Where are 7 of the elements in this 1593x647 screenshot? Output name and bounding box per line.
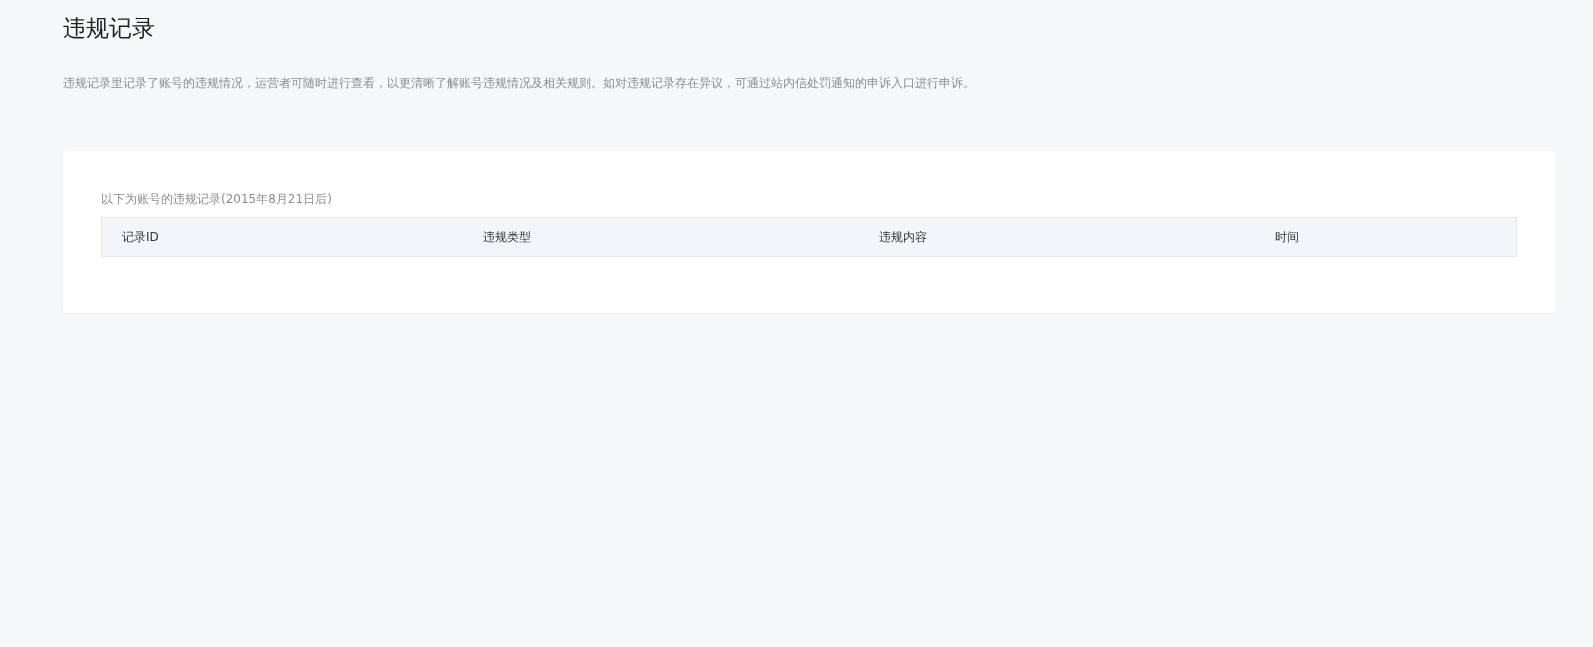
page-title: 违规记录 [63, 14, 156, 43]
column-header: 记录ID [122, 229, 160, 246]
column-header: 违规内容 [879, 229, 928, 246]
table-caption: 以下为账号的违规记录(2015年8月21日后) [101, 191, 333, 208]
page-description: 违规记录里记录了账号的违规情况，运营者可随时进行查看，以更清晰了解账号违规情况及相关规则。如对违规记录存在异议，可通过站内信处罚通知的申诉入口进行申诉。 [63, 75, 976, 92]
column-header: 时间 [1275, 229, 1300, 246]
column-header: 违规类型 [483, 229, 532, 246]
